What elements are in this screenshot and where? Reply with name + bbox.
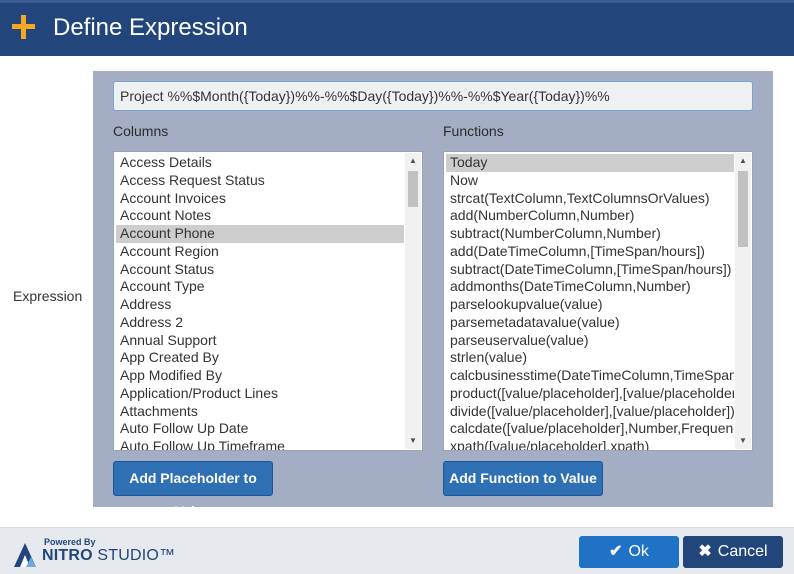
column-list-item[interactable]: Access Request Status [116,172,404,190]
add-function-button[interactable]: Add Function to Value [443,461,603,496]
scroll-down-icon[interactable]: ▼ [735,433,751,449]
cancel-label: Cancel [717,543,768,560]
nitro-studio-logo: Powered By NITRO STUDIO™ [12,537,175,569]
expression-input[interactable]: Project %%$Month({Today})%%-%%$Day({Toda… [113,81,753,111]
function-list-item[interactable]: strcat(TextColumn,TextColumnsOrValues) [446,190,734,208]
function-list-item[interactable]: addmonths(DateTimeColumn,Number) [446,278,734,296]
column-list-item[interactable]: Application/Product Lines [116,385,404,403]
function-list-item[interactable]: parsemetadatavalue(value) [446,314,734,332]
cancel-button[interactable]: ✖ Cancel [683,536,783,568]
columns-heading: Columns [113,123,169,139]
column-list-item[interactable]: Account Status [116,261,404,279]
function-list-item[interactable]: calcdate([value/placeholder],Number,Freq… [446,420,734,438]
column-list-item[interactable]: Address [116,296,404,314]
columns-list: Access Details Access Request Status Accou… [116,154,404,450]
function-list-item[interactable]: Now [446,172,734,190]
powered-by-text: Powered By [44,537,96,547]
function-list-item[interactable]: Today [446,154,734,172]
functions-scrollbar[interactable]: ▲ ▼ [735,153,751,449]
column-list-item[interactable]: App Modified By [116,367,404,385]
function-list-item[interactable]: parselookupvalue(value) [446,296,734,314]
scroll-thumb[interactable] [738,171,748,247]
check-icon: ✔ [609,543,623,560]
function-list-item[interactable]: add(DateTimeColumn,[TimeSpan/hours]) [446,243,734,261]
brand-bold: NITRO [42,547,93,564]
function-list-item[interactable]: divide([value/placeholder],[value/placeh… [446,403,734,421]
function-list-item[interactable]: subtract(NumberColumn,Number) [446,225,734,243]
column-list-item[interactable]: Account Phone [116,225,404,243]
nitro-logo-icon [14,543,36,567]
expression-label: Expression [13,288,83,304]
function-list-item[interactable]: parseuservalue(value) [446,332,734,350]
column-list-item[interactable]: Address 2 [116,314,404,332]
functions-list: Today Now strcat(TextColumn,TextColumnsOrV… [446,154,734,450]
functions-listbox[interactable]: Today Now strcat(TextColumn,TextColumnsOrV… [443,151,753,451]
column-list-item[interactable]: Auto Follow Up Date [116,420,404,438]
dialog-header: Define Expression [0,0,794,56]
function-list-item[interactable]: add(NumberColumn,Number) [446,207,734,225]
function-list-item[interactable]: calcbusinesstime(DateTimeColumn,TimeSpan [446,367,734,385]
column-list-item[interactable]: Account Type [116,278,404,296]
header-top-edge [0,0,794,3]
columns-listbox[interactable]: Access Details Access Request Status Accou… [113,151,423,451]
brand-light: STUDIO™ [92,547,176,564]
ok-button[interactable]: ✔ Ok [579,536,679,568]
column-list-item[interactable]: Attachments [116,403,404,421]
column-list-item[interactable]: Access Details [116,154,404,172]
function-list-item[interactable]: subtract(DateTimeColumn,[TimeSpan/hours]… [446,261,734,279]
column-list-item[interactable]: Auto Follow Up Timeframe [116,438,404,450]
ok-label: Ok [628,543,649,560]
columns-scrollbar[interactable]: ▲ ▼ [405,153,421,449]
column-list-item[interactable]: Annual Support [116,332,404,350]
function-list-item[interactable]: xpath([value/placeholder],xpath) [446,438,734,450]
column-list-item[interactable]: App Created By [116,349,404,367]
function-list-item[interactable]: strlen(value) [446,349,734,367]
column-list-item[interactable]: Account Region [116,243,404,261]
scroll-down-icon[interactable]: ▼ [405,433,421,449]
dialog-title: Define Expression [53,14,248,41]
scroll-thumb[interactable] [408,171,418,207]
plus-icon [10,12,38,42]
function-list-item[interactable]: product([value/placeholder],[value/place… [446,385,734,403]
column-list-item[interactable]: Account Notes [116,207,404,225]
brand-name: NITRO STUDIO™ [42,547,175,565]
functions-heading: Functions [443,123,504,139]
scroll-up-icon[interactable]: ▲ [735,153,751,169]
column-list-item[interactable]: Account Invoices [116,190,404,208]
scroll-up-icon[interactable]: ▲ [405,153,421,169]
add-placeholder-button[interactable]: Add Placeholder to Value [113,461,273,519]
close-icon: ✖ [698,543,712,560]
